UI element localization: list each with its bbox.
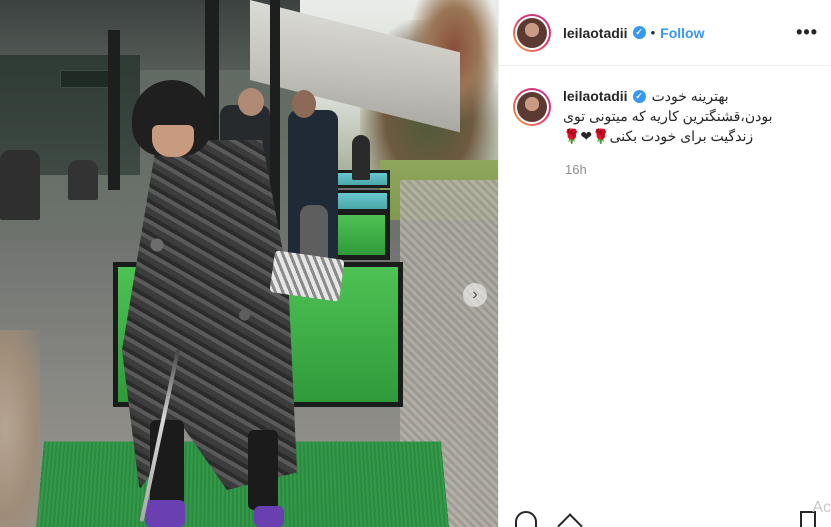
photo-seated-person: [0, 150, 40, 220]
photo-golfer-face: [152, 125, 194, 157]
caption-line-1: بهترینه خودت: [651, 88, 729, 104]
avatar-image: [517, 92, 547, 122]
verified-badge-icon: ✓: [632, 26, 646, 39]
photo-golfer-shoe: [145, 500, 185, 527]
more-options-icon[interactable]: •••: [796, 22, 818, 43]
verified-badge-icon: ✓: [632, 89, 646, 103]
header-separator: •: [650, 25, 656, 40]
post-actions-bar: [513, 511, 818, 527]
like-heart-icon[interactable]: [515, 511, 537, 527]
caption-line-2: بودن،قشنگترین کاریه که میتونی توی: [563, 108, 773, 124]
post-side-panel: leilaotadii ✓ • Follow ••• leilaotadii ✓…: [498, 0, 831, 527]
photo-bystander-far: [352, 135, 370, 180]
share-arrow-icon[interactable]: [557, 513, 583, 527]
caption-line-3: زندگیت برای خودت بکنی🌹❤🌹: [563, 128, 754, 144]
post-header: leilaotadii ✓ • Follow •••: [499, 0, 831, 66]
caption-avatar[interactable]: [513, 88, 551, 126]
caption-username[interactable]: leilaotadii: [563, 88, 628, 104]
photo-seated-person: [68, 160, 98, 200]
photo-blurred-foreground: [0, 330, 40, 527]
avatar-image: [517, 17, 547, 48]
next-image-arrow-icon[interactable]: ›: [463, 283, 487, 307]
post-photo[interactable]: [0, 0, 498, 527]
photo-bystander-head: [238, 88, 264, 116]
follow-button[interactable]: Follow: [660, 25, 704, 41]
photo-golfer-shoe: [254, 506, 284, 527]
post-timestamp[interactable]: 16h: [565, 162, 587, 177]
photo-golfer-leg: [248, 430, 278, 510]
header-username[interactable]: leilaotadii: [563, 25, 628, 41]
avatar[interactable]: [513, 13, 551, 52]
activation-watermark: Ac: [812, 499, 831, 516]
photo-bystander-head: [292, 90, 316, 118]
caption-body: leilaotadii ✓ بهترینه خودت بودن،قشنگترین…: [563, 86, 813, 146]
photo-pillar: [108, 30, 120, 190]
